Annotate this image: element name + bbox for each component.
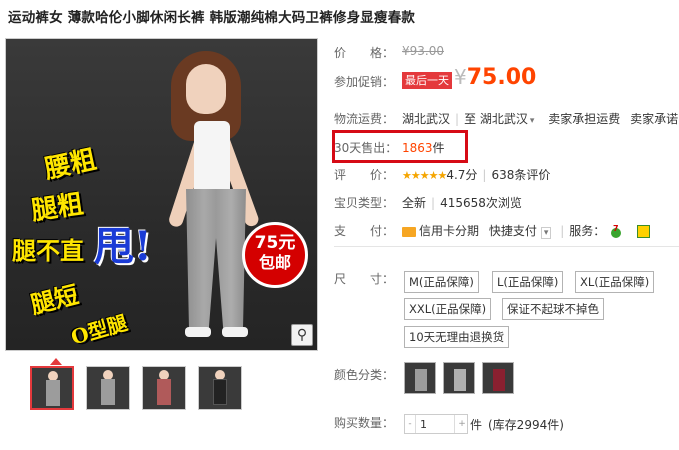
main-product-image[interactable]: 腰粗 腿粗 腿不直 腿短 O型腿 甩! 75元 包邮 ⚲	[5, 38, 318, 351]
promo-price-row: 最后一天 ¥75.00	[402, 65, 536, 90]
chevron-down-icon: ▾	[540, 227, 552, 239]
view-count: 415658次浏览	[440, 196, 522, 210]
thumbnail-strip	[30, 366, 250, 414]
size-option-xxl[interactable]: XXL(正品保障)	[404, 298, 492, 320]
chevron-down-icon: ▾	[529, 116, 535, 126]
increase-button[interactable]: +	[457, 415, 467, 433]
color-label: 颜色分类：	[334, 368, 395, 382]
free-shipping-badge: 75元 包邮	[242, 222, 308, 288]
model-top	[194, 121, 230, 191]
quantity-row: - + 件 (库存2994件)	[334, 414, 679, 436]
quantity-stepper: - +	[404, 414, 468, 434]
rating-score: 4.7分	[446, 168, 478, 182]
color-swatch-2[interactable]	[443, 362, 475, 394]
sales-label: 30天售出：	[334, 141, 398, 155]
size-label: 尺 寸：	[334, 272, 395, 286]
quantity-input[interactable]	[415, 415, 455, 433]
price-label: 价 格：	[334, 46, 395, 60]
seller-promise[interactable]: 卖家承诺	[630, 112, 678, 126]
rating-label: 评 价：	[334, 168, 395, 182]
model-shoe-left	[185, 327, 211, 337]
svg-text:7: 7	[613, 225, 619, 233]
badge-free-shipping: 包邮	[258, 253, 291, 272]
model-pants	[186, 189, 246, 329]
seven-day-return-icon[interactable]: 7	[609, 225, 623, 239]
slogan-short-legs: 腿短	[27, 279, 82, 320]
color-swatch-3[interactable]	[482, 362, 514, 394]
slogan-crooked-legs: 腿不直	[12, 236, 84, 265]
shipping-route: 湖北武汉 | 至 湖北武汉 ▾ 卖家承担运费 卖家承诺	[402, 112, 679, 126]
thumbnail-2[interactable]	[86, 366, 130, 410]
model-shoe-right	[222, 327, 248, 337]
thumbnail-3[interactable]	[142, 366, 186, 410]
model-face	[186, 64, 226, 114]
guarantee-icon[interactable]	[636, 225, 650, 238]
slogan-o-legs: O型腿	[68, 310, 131, 350]
original-price: ¥93.00	[402, 44, 444, 58]
slogan-shuai: 甩!	[94, 223, 152, 270]
product-title: 运动裤女 薄款哈伦小脚休闲长裤 韩版潮纯棉大码卫裤修身显瘦春款	[8, 10, 416, 26]
payment-label: 支 付：	[334, 224, 395, 238]
quantity-unit: 件	[470, 418, 483, 432]
sales-count: 1863件	[402, 139, 445, 156]
condition-new: 全新	[402, 196, 427, 210]
shipping-label: 物流运费：	[334, 112, 395, 126]
color-swatch-1[interactable]	[404, 362, 436, 394]
sales-unit: 件	[432, 141, 445, 155]
shipping-destination-select[interactable]: 湖北武汉 ▾	[480, 112, 535, 126]
stock-count: (库存2994件)	[488, 418, 564, 432]
services-label: 服务：	[569, 224, 606, 238]
baby-type-label: 宝贝类型：	[334, 196, 395, 210]
shipping-from: 湖北武汉	[402, 112, 451, 126]
badge-price: 75元	[254, 233, 296, 253]
currency-symbol: ¥	[454, 65, 467, 89]
slogan-waist: 腰粗	[41, 144, 100, 186]
quick-pay-select[interactable]: 快捷支付 ▾	[489, 224, 552, 239]
seller-pays-shipping: 卖家承担运费	[548, 112, 621, 126]
section-divider	[334, 246, 679, 247]
shipping-to-word: 至	[464, 112, 477, 126]
option-no-pilling[interactable]: 保证不起球不掉色	[502, 298, 604, 320]
size-option-m[interactable]: M(正品保障)	[404, 271, 479, 293]
thumbnail-4[interactable]	[198, 366, 242, 410]
review-count-link[interactable]: 638条评价	[491, 168, 550, 182]
decrease-button[interactable]: -	[405, 415, 415, 433]
thumbnail-1[interactable]	[30, 366, 74, 410]
credit-installment-link[interactable]: 信用卡分期	[419, 224, 479, 238]
slogan-thigh: 腿粗	[29, 189, 86, 227]
size-option-xl[interactable]: XL(正品保障)	[575, 271, 655, 293]
sales-number: 1863	[402, 141, 433, 155]
thumbnail-pointer-icon	[50, 358, 62, 365]
size-option-l[interactable]: L(正品保障)	[492, 271, 564, 293]
promo-tag: 最后一天	[402, 72, 452, 89]
promo-label: 参加促销：	[334, 75, 395, 89]
credit-card-icon	[402, 226, 416, 237]
rating-row: ★★★★★4.7分 | 638条评价	[402, 168, 551, 182]
payment-row: 信用卡分期 快捷支付 ▾ | 服务： 7	[402, 222, 650, 239]
baby-type-row: 全新 | 415658次浏览	[402, 196, 522, 210]
option-10-day-return[interactable]: 10天无理由退换货	[404, 326, 510, 348]
rating-stars-icon: ★★★★★	[402, 169, 447, 182]
promo-price: 75.00	[466, 65, 537, 90]
magnifier-icon[interactable]: ⚲	[291, 324, 313, 346]
